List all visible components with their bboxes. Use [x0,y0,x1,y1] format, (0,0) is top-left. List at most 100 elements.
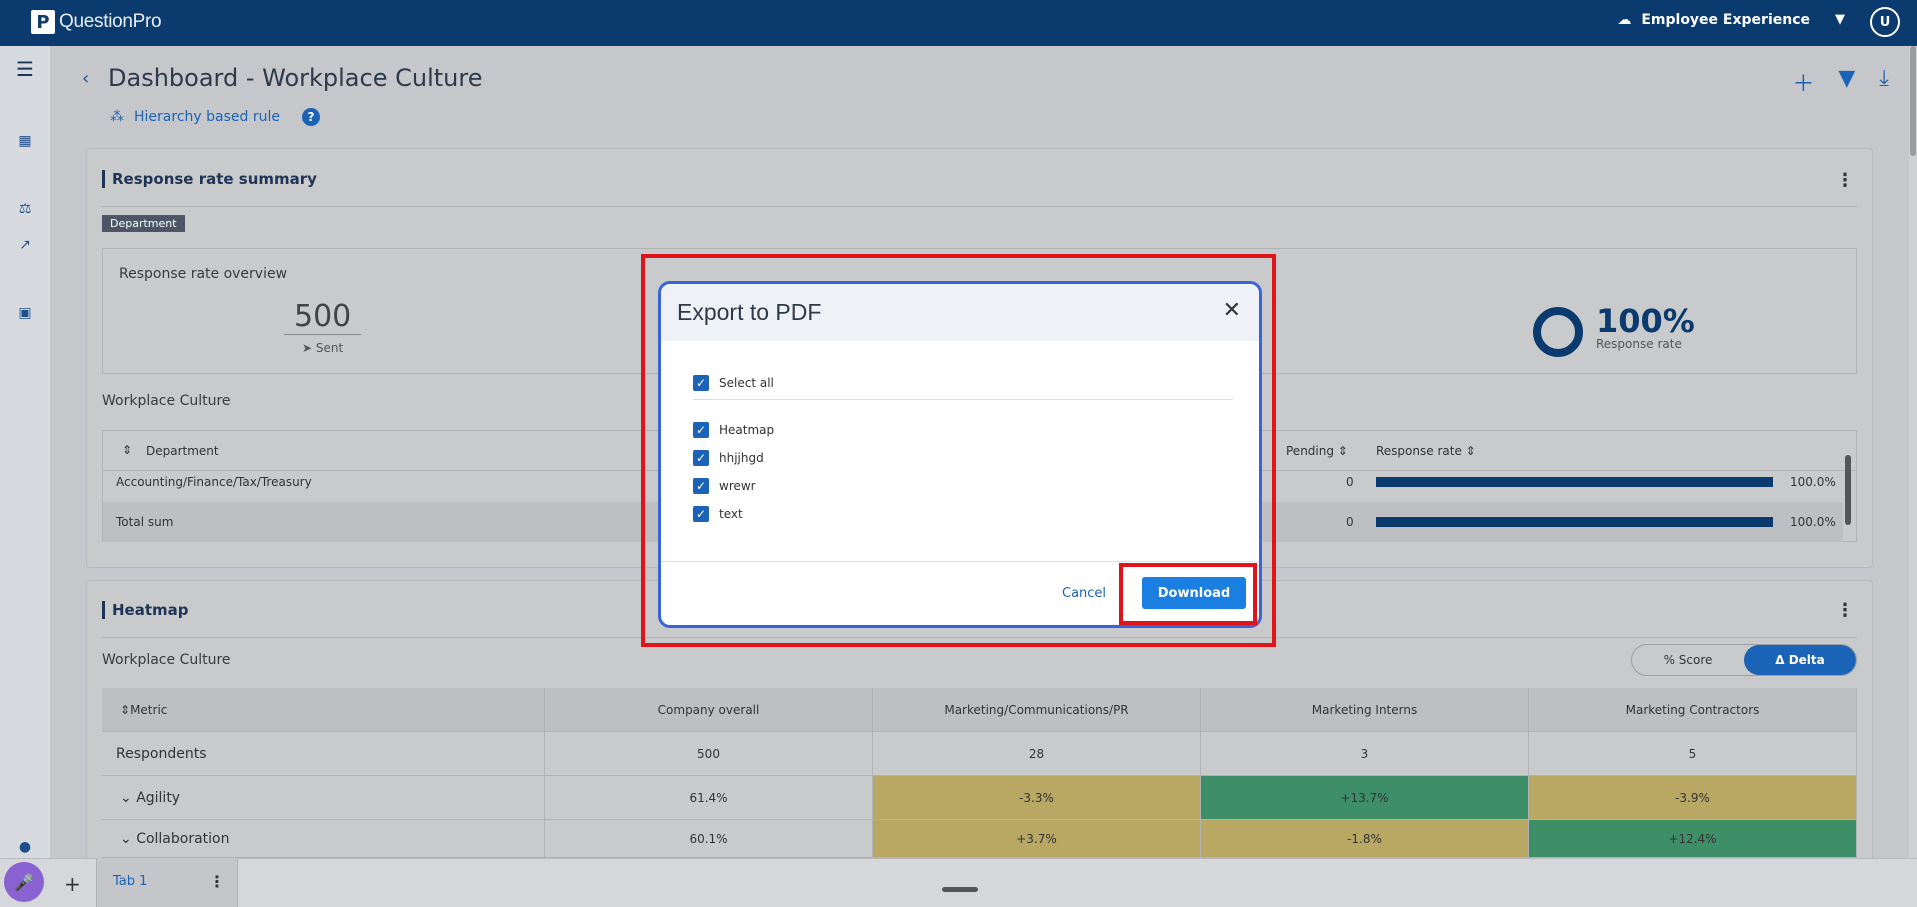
column-header-response-rate[interactable]: Response rate ⇕ [1376,444,1476,458]
score-toggle[interactable]: % Score [1632,645,1744,675]
sort-icon[interactable]: ⇕ [122,443,132,457]
export-item-label: text [719,507,743,521]
hierarchy-icon: ⁂ [110,109,124,125]
user-settings-icon[interactable]: ● [14,836,36,858]
user-avatar[interactable]: U [1870,7,1900,37]
checkbox-checked-icon[interactable]: ✓ [693,450,709,466]
logo-text: QuestionPro [59,11,162,32]
group-label: Workplace Culture [102,393,231,409]
row-label[interactable]: ⌄ Collaboration [102,820,545,858]
heatmap-cell: 500 [545,732,873,776]
heatmap-cell: 60.1% [545,820,873,858]
top-bar: P QuestionPro ☁ Employee Experience ▼ U [0,0,1917,46]
export-item-checkbox[interactable]: ✓ Heatmap [693,422,774,438]
column-header-metric[interactable]: ⇕ Metric [102,688,545,732]
tab-1[interactable]: Tab 1 ⋮ [96,858,238,907]
microphone-icon[interactable]: 🎤 [4,862,44,902]
total-row-pending: 0 [1346,515,1354,529]
left-rail: ☰ ▦ ⚖ ↗ ▣ ● [0,46,50,858]
response-rate-bar [1376,477,1773,487]
bottom-tab-bar [0,858,1917,907]
page-title: Dashboard - Workplace Culture [108,64,483,92]
chevron-down-icon[interactable]: ⌄ [120,831,132,847]
heatmap-group-label: Workplace Culture [102,652,231,668]
hamburger-menu-icon[interactable]: ☰ [14,57,36,81]
back-arrow-icon[interactable]: ‹ [82,68,89,89]
send-icon: ➤ [302,341,316,355]
page-scroll-thumb[interactable] [1910,46,1916,156]
drag-handle[interactable] [942,887,978,892]
close-icon[interactable]: ✕ [1223,298,1241,323]
table-row-pending: 0 [1346,475,1354,489]
card-divider [102,206,1857,207]
column-header-pending[interactable]: Pending ⇕ [1286,444,1348,458]
total-rate-bar [1376,517,1773,527]
checkbox-checked-icon[interactable]: ✓ [693,506,709,522]
heatmap-menu-icon[interactable]: ⋮ [1836,600,1854,621]
department-badge: Department [102,215,185,232]
response-rate-title: Response rate summary [102,170,317,188]
pdf-report-icon[interactable]: ▣ [14,302,36,324]
table-row-department: Accounting/Finance/Tax/Treasury [116,475,312,489]
row-label: Respondents [102,732,545,776]
export-item-checkbox[interactable]: ✓ hhjjhgd [693,450,764,466]
product-switcher[interactable]: ☁ Employee Experience [1617,12,1810,28]
checkbox-checked-icon[interactable]: ✓ [693,478,709,494]
chevron-down-icon[interactable]: ⌄ [120,790,132,806]
heatmap-table: ⇕ Metric Company overall Marketing/Commu… [102,688,1857,858]
table-row-rate: 100.0% [1790,475,1836,489]
heatmap-cell: +12.4% [1529,820,1857,858]
add-tab-button[interactable]: + [64,872,81,896]
export-item-checkbox[interactable]: ✓ wrewr [693,478,756,494]
table-scrollbar[interactable] [1845,455,1851,525]
export-item-label: Heatmap [719,423,775,437]
heatmap-cell: +3.7% [873,820,1201,858]
sent-count: 500 [284,299,362,335]
dialog-footer-divider [661,561,1259,562]
checkbox-checked-icon[interactable]: ✓ [693,375,709,391]
row-label[interactable]: ⌄ Agility [102,776,545,820]
export-item-label: wrewr [719,479,756,493]
balance-icon[interactable]: ⚖ [14,198,36,220]
delta-toggle[interactable]: Δ Delta [1744,645,1856,675]
overview-title: Response rate overview [119,266,288,282]
heatmap-cell: 3 [1201,732,1529,776]
page-scrollbar[interactable] [1909,46,1917,858]
heatmap-cell: 28 [873,732,1201,776]
filter-icon[interactable]: ▼ [1838,66,1855,98]
select-all-checkbox[interactable]: ✓ Select all [693,375,774,391]
sent-label: ➤ Sent [302,341,344,355]
hierarchy-rule-link[interactable]: ⁂ Hierarchy based rule ? [110,108,320,126]
select-all-label: Select all [719,376,774,390]
chevron-down-icon[interactable]: ▼ [1835,12,1845,27]
download-icon[interactable]: ⤓ [1879,66,1889,98]
response-rate-value: 100% [1596,302,1695,340]
heatmap-title: Heatmap [102,601,189,619]
heatmap-cell: -3.9% [1529,776,1857,820]
heatmap-cell: -3.3% [873,776,1201,820]
response-card-menu-icon[interactable]: ⋮ [1836,170,1854,191]
trend-chart-icon[interactable]: ↗ [14,234,36,256]
score-delta-toggle[interactable]: % Score Δ Delta [1631,644,1857,676]
checkbox-checked-icon[interactable]: ✓ [693,422,709,438]
export-item-checkbox[interactable]: ✓ text [693,506,743,522]
response-rate-label: Response rate [1596,337,1682,351]
tab-menu-icon[interactable]: ⋮ [209,872,225,891]
column-header-department[interactable]: Department [146,444,219,458]
column-header: Marketing Contractors [1529,688,1857,732]
column-header: Marketing/Communications/PR [873,688,1201,732]
dashboard-icon[interactable]: ▦ [14,130,36,152]
logo-icon: P [31,10,55,34]
questionpro-logo[interactable]: P QuestionPro [31,10,162,34]
product-label: Employee Experience [1641,12,1810,28]
add-icon[interactable]: ＋ [1792,66,1814,98]
total-row-rate: 100.0% [1790,515,1836,529]
column-header: Marketing Interns [1201,688,1529,732]
tab-label[interactable]: Tab 1 [113,874,147,889]
heatmap-cell: 61.4% [545,776,873,820]
hierarchy-rule-label: Hierarchy based rule [134,109,280,125]
sort-icon[interactable]: ⇕ [120,703,130,717]
help-icon[interactable]: ? [301,108,320,126]
cloud-icon: ☁ [1617,12,1632,28]
cancel-button[interactable]: Cancel [1062,586,1106,601]
